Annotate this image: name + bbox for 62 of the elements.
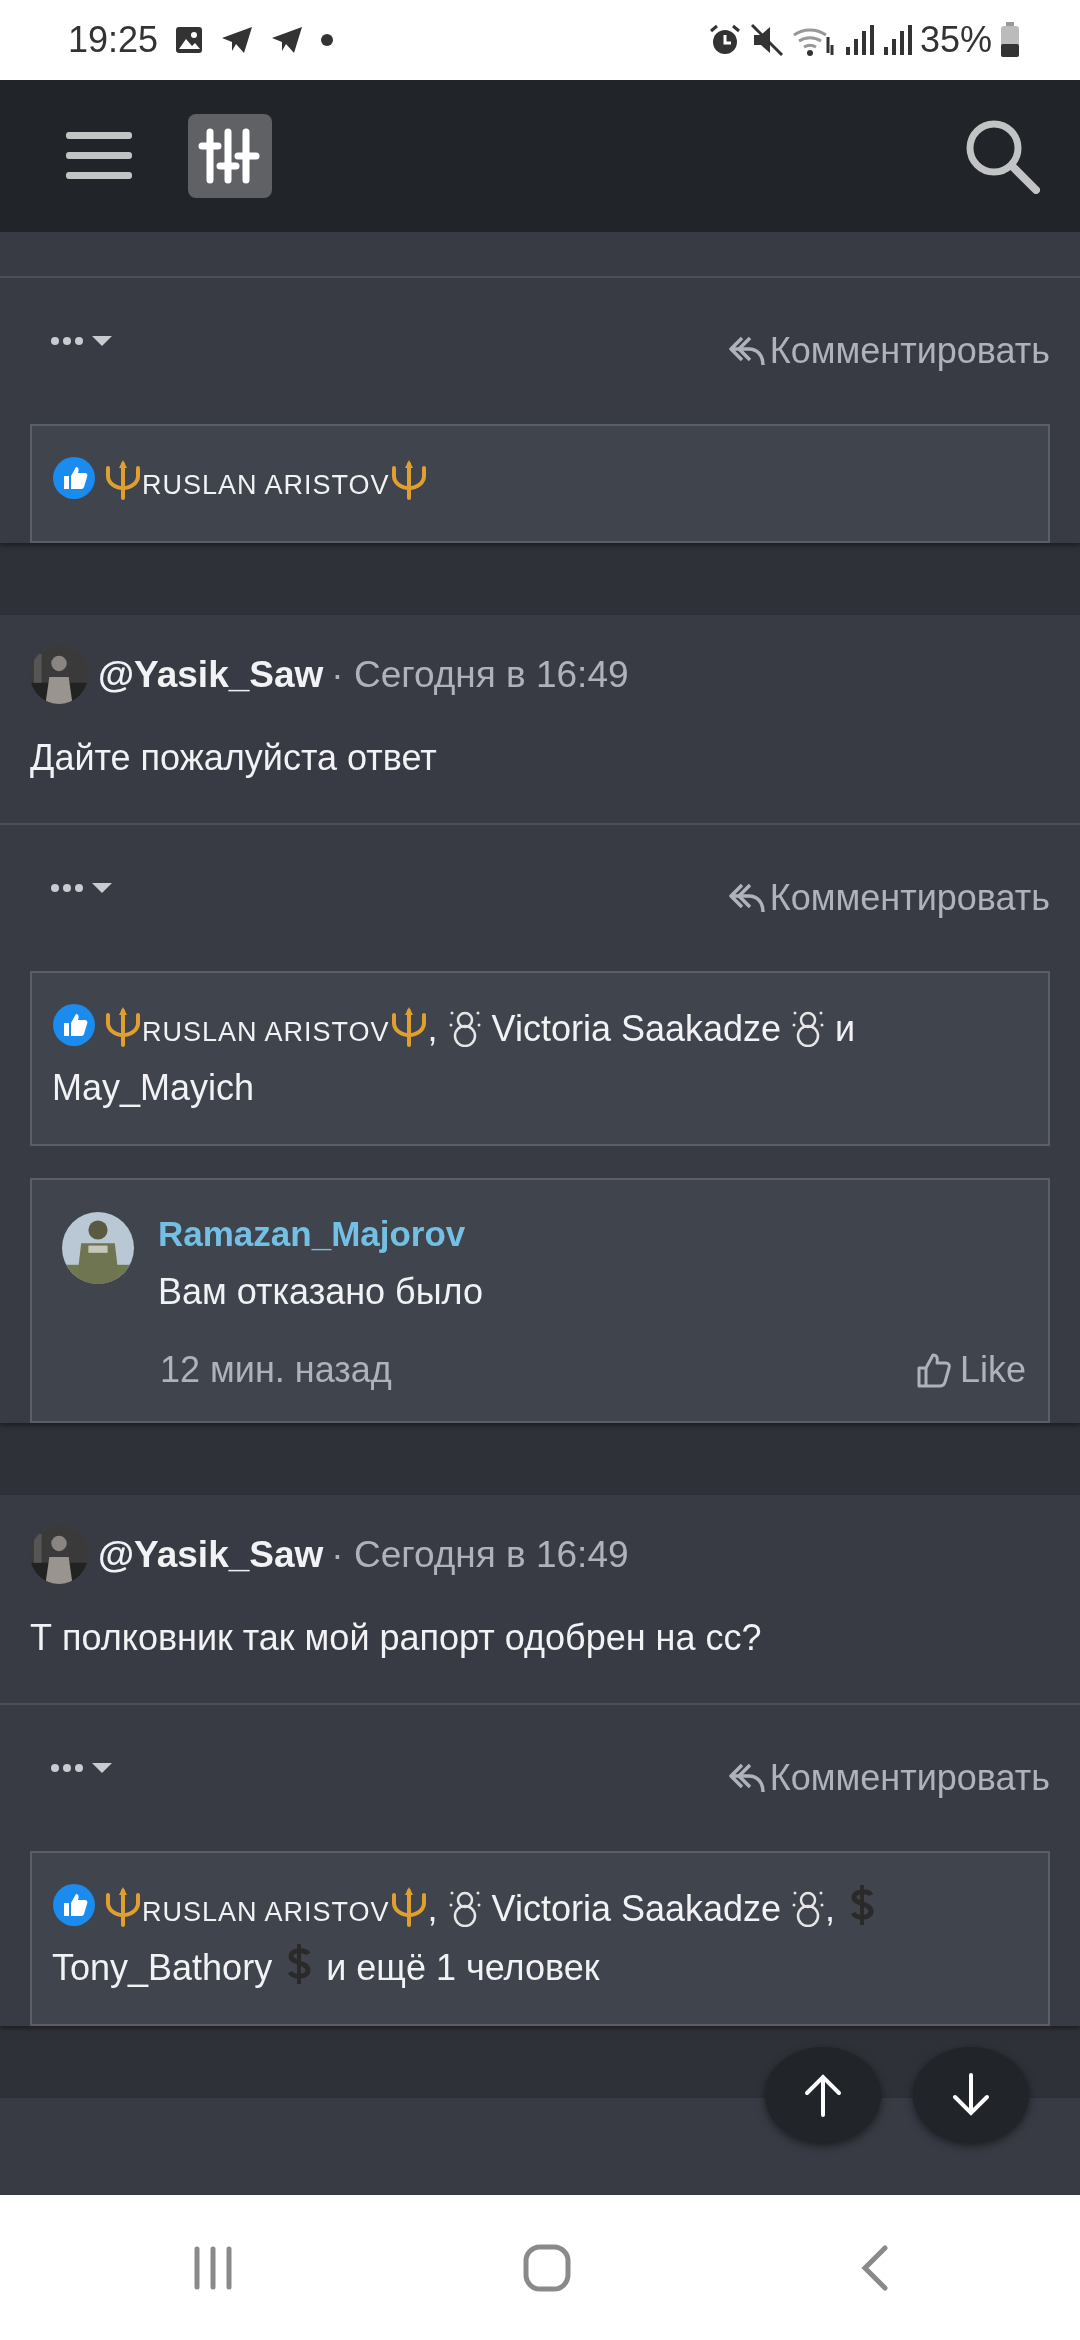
comment-button[interactable]: Комментировать — [727, 324, 1050, 378]
trident-icon — [104, 1007, 142, 1047]
image-icon — [174, 25, 205, 55]
sliders-icon — [198, 126, 262, 186]
trident-icon — [389, 1007, 428, 1047]
post-time: · Сегодня в 16:49 — [331, 1532, 629, 1577]
battery-text: 35% — [919, 18, 992, 62]
trident-icon — [389, 460, 428, 500]
trident-icon — [104, 460, 142, 500]
thumbs-up-icon — [52, 1882, 96, 1927]
trident-icon — [389, 1886, 428, 1927]
post-time: · Сегодня в 16:49 — [331, 653, 629, 698]
more-icon — [50, 1762, 84, 1773]
post-text: Т полковник так мой рапорт одобрен на сс? — [0, 1584, 1080, 1705]
arrow-up-icon — [803, 2073, 843, 2117]
search-icon — [964, 118, 1040, 194]
paper-plane-icon — [270, 25, 305, 55]
more-icon — [50, 336, 84, 346]
comment-button[interactable]: Комментировать — [727, 1750, 1050, 1805]
post-text: Дайте пожалуйста ответ — [0, 705, 1080, 825]
more-icon — [50, 883, 84, 893]
paper-plane-icon — [220, 25, 255, 55]
snowman-icon — [791, 1009, 826, 1047]
likes-text: , — [427, 1007, 439, 1051]
caret-icon — [92, 1761, 112, 1774]
comment-text: Вам отказано было — [158, 1269, 484, 1314]
comment-button[interactable]: Комментировать — [727, 871, 1050, 925]
likes-text: , — [825, 1886, 837, 1931]
filter-button[interactable] — [188, 114, 272, 198]
battery-icon — [1000, 22, 1020, 58]
likes-text: Tony_Bathory — [52, 1945, 274, 1990]
liker-name: RUSLAN ARISTOV — [142, 1016, 390, 1049]
signal-icon — [881, 23, 912, 57]
caret-icon — [92, 335, 112, 347]
thumbs-up-icon — [52, 456, 96, 500]
clock-text: 19:25 — [68, 18, 159, 62]
author-name[interactable]: @Yasik_Saw — [98, 647, 324, 703]
like-button[interactable]: Like — [915, 1342, 1026, 1397]
liker-name: RUSLAN ARISTOV — [142, 469, 390, 502]
signal-icon — [843, 23, 874, 57]
reply-icon — [727, 881, 766, 915]
comment-time: 12 мин. назад — [160, 1347, 392, 1392]
likes-text: May_Mayich — [52, 1066, 255, 1110]
home-icon[interactable] — [522, 2242, 572, 2293]
likes-text: и ещё 1 человек — [325, 1945, 600, 1990]
likes-text: Victoria Saakadze — [490, 1007, 783, 1051]
arrow-down-icon — [951, 2073, 991, 2117]
likes-text: и — [834, 1007, 857, 1051]
trident-icon — [104, 1886, 142, 1927]
likes-text: Victoria Saakadze — [490, 1886, 783, 1931]
snowman-icon — [447, 1009, 482, 1047]
author-name[interactable]: @Yasik_Saw — [98, 1526, 324, 1583]
mute-icon — [749, 23, 784, 57]
alarm-icon — [707, 23, 742, 57]
comment-author[interactable]: Ramazan_Majorov — [158, 1208, 484, 1261]
dot-icon — [320, 33, 335, 47]
reply-icon — [727, 334, 766, 368]
search-button[interactable] — [964, 118, 1040, 194]
likes-text: , — [427, 1886, 439, 1931]
liker-name: RUSLAN ARISTOV — [142, 1895, 390, 1929]
caret-icon — [92, 882, 112, 894]
thumbs-up-icon — [52, 1003, 96, 1047]
